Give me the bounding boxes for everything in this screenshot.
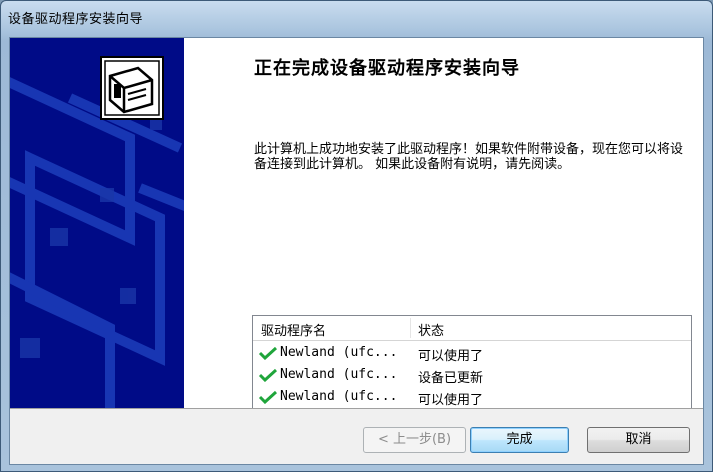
driver-list-row[interactable]: Newland (ufc... 设备已更新 [253, 364, 691, 386]
driver-list-row[interactable]: Newland (ufc... 可以使用了 [253, 386, 691, 408]
driver-name: Newland (ufc... [280, 345, 398, 360]
green-checkmark-icon [258, 368, 278, 382]
wizard-client-area: 正在完成设备驱动程序安装向导 此计算机上成功地安装了此驱动程序！如果软件附带设备… [9, 37, 704, 465]
completion-description: 此计算机上成功地安装了此驱动程序！如果软件附带设备，现在您可以将设备连接到此计算… [254, 142, 684, 172]
window-title: 设备驱动程序安装向导 [8, 12, 144, 27]
column-header-driver-name[interactable]: 驱动程序名 [261, 320, 326, 339]
driver-status: 可以使用了 [418, 349, 484, 364]
page-heading: 正在完成设备驱动程序安装向导 [254, 58, 520, 79]
banner-graphic [10, 56, 184, 408]
wizard-window: 设备驱动程序安装向导 正在完成设备驱动程序安装向导 此计算机上成功地安装了此驱动… [0, 0, 713, 472]
driver-name: Newland (ufc... [280, 367, 398, 382]
column-divider[interactable] [410, 318, 411, 338]
wizard-content-pane: 正在完成设备驱动程序安装向导 此计算机上成功地安装了此驱动程序！如果软件附带设备… [184, 38, 703, 408]
driver-status: 可以使用了 [418, 393, 484, 408]
finish-button[interactable]: 完成 [470, 427, 569, 453]
driver-list-header: 驱动程序名 状态 [253, 316, 691, 341]
driver-status: 设备已更新 [418, 371, 484, 386]
green-checkmark-icon [258, 390, 278, 404]
back-button[interactable]: < 上一步(B) [363, 427, 466, 453]
title-bar[interactable]: 设备驱动程序安装向导 [1, 1, 712, 33]
column-header-status[interactable]: 状态 [418, 320, 444, 339]
button-area-separator [10, 408, 703, 409]
green-checkmark-icon [258, 346, 278, 360]
driver-list[interactable]: 驱动程序名 状态 Newland (ufc... 可以使用了 Newland (… [252, 315, 692, 408]
driver-name: Newland (ufc... [280, 389, 398, 404]
wizard-banner [10, 38, 184, 408]
cancel-button[interactable]: 取消 [587, 427, 690, 453]
driver-list-row[interactable]: Newland (ufc... 可以使用了 [253, 342, 691, 364]
hardware-device-icon [100, 56, 164, 120]
